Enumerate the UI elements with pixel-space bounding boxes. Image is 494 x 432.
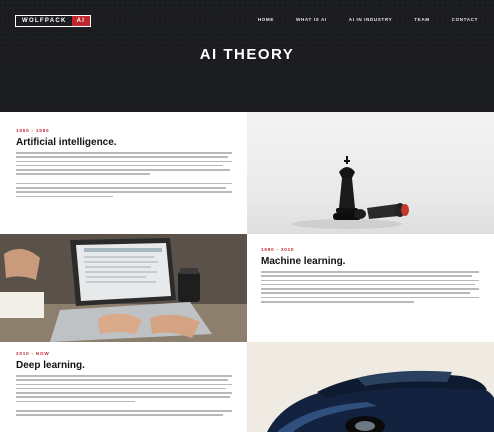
section-title: Artificial intelligence.: [16, 137, 117, 148]
logo-tag: AI: [71, 16, 91, 26]
logo-name: WOLFPACK: [22, 18, 67, 24]
section-machine-learning: 1980 - 2010 Machine learning.: [261, 247, 479, 305]
hero-banner: WOLFPACK AI HOME WHAT IS AI AI IN INDUST…: [0, 0, 494, 112]
section-title: Deep learning.: [16, 360, 85, 371]
nav-item-contact[interactable]: CONTACT: [452, 17, 478, 22]
section-years: 1950 - 1980: [16, 128, 50, 133]
section-years: 1980 - 2010: [261, 247, 295, 252]
section-body-text: [16, 375, 232, 416]
section-years: 2010 - NOW: [16, 351, 50, 356]
nav-item-what-is-ai[interactable]: WHAT IS AI: [296, 17, 327, 22]
section-title: Machine learning.: [261, 256, 346, 267]
chess-pieces-image: [247, 112, 494, 234]
section-deep-learning: 2010 - NOW Deep learning.: [16, 351, 232, 419]
laptop-typing-image: [0, 234, 247, 342]
main-nav: HOME WHAT IS AI AI IN INDUSTRY TEAM CONT…: [258, 17, 478, 22]
nav-item-ai-in-industry[interactable]: AI IN INDUSTRY: [349, 17, 392, 22]
nav-item-team[interactable]: TEAM: [414, 17, 429, 22]
car-illustration: [247, 342, 494, 432]
section-artificial-intelligence: 1950 - 1980 Artificial intelligence.: [16, 128, 232, 200]
page-title: AI THEORY: [199, 46, 295, 63]
laptop-workspace-illustration: [0, 234, 247, 342]
car-image: [247, 342, 494, 432]
logo[interactable]: WOLFPACK AI: [15, 15, 92, 27]
nav-item-home[interactable]: HOME: [258, 17, 274, 22]
section-body-text: [261, 271, 479, 303]
chess-pieces-illustration: [292, 156, 409, 229]
section-body-text: [16, 152, 232, 198]
